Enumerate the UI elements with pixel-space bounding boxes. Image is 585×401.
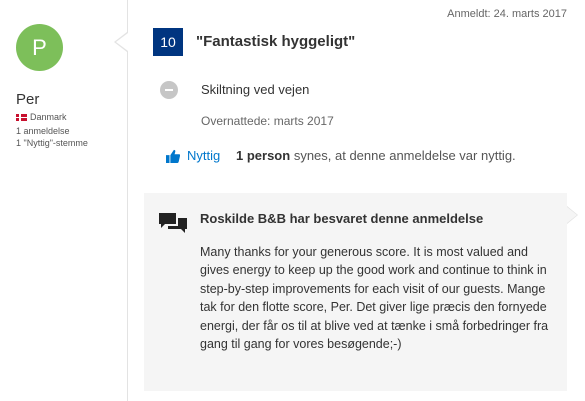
helpful-count: 1 person (236, 148, 291, 163)
speech-pointer-inner (116, 33, 128, 51)
reviews-count: 1 anmeldelse (16, 126, 70, 136)
avatar-letter: P (32, 34, 47, 60)
helpful-suffix: synes, at denne anmeldelse var nyttig. (293, 148, 516, 163)
review-title: "Fantastisk hyggeligt" (196, 33, 356, 50)
stay-date: Overnattede: marts 2017 (201, 114, 334, 128)
reviewer-country: Danmark (16, 112, 67, 122)
country-label: Danmark (30, 112, 67, 122)
minus-circle-icon (160, 81, 178, 99)
helpful-votes-count: 1 "Nyttig"-stemme (16, 138, 88, 148)
response-body: Many thanks for your generous score. It … (200, 245, 549, 352)
thumbs-up-icon[interactable] (166, 149, 180, 163)
negative-comment: Skiltning ved vejen (201, 82, 310, 97)
reviewer-name: Per (16, 91, 40, 108)
denmark-flag-icon (16, 113, 27, 121)
chat-bubbles-icon (159, 213, 187, 233)
score-badge: 10 (153, 28, 183, 56)
helpful-summary: 1 person synes, at denne anmeldelse var … (236, 148, 516, 163)
helpful-button[interactable]: Nyttig (187, 148, 220, 163)
score-value: 10 (160, 34, 176, 50)
reviewer-column: P Per Danmark 1 anmeldelse 1 "Nyttig"-st… (0, 0, 128, 401)
review-date: Anmeldt: 24. marts 2017 (447, 8, 567, 20)
avatar: P (16, 24, 63, 71)
response-title: Roskilde B&B har besvaret denne anmeldel… (200, 211, 484, 226)
response-pointer-inner (567, 207, 577, 223)
